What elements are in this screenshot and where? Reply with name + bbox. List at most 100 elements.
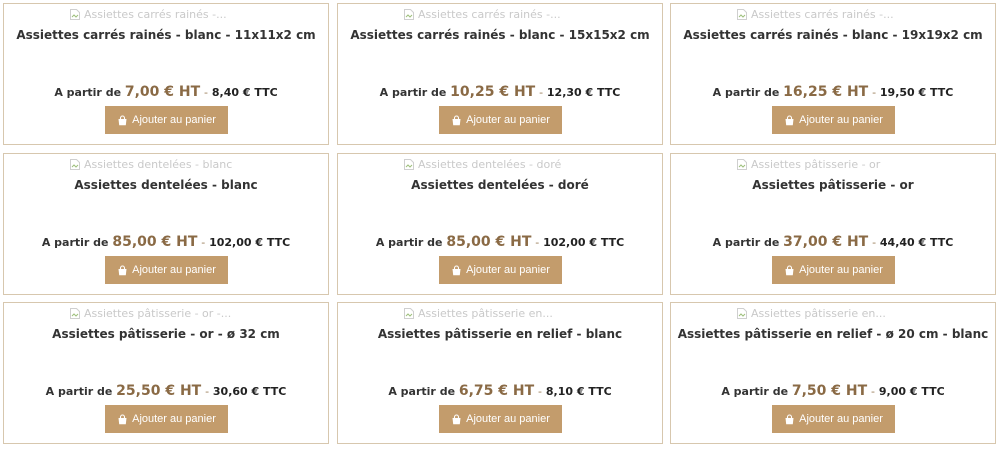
product-card: Assiettes pâtisserie - or -... Assiettes… [3, 302, 329, 444]
price-ttc: 9,00 € TTC [878, 385, 945, 398]
price-ht: 7,00 € HT [124, 84, 201, 100]
broken-image-icon [737, 307, 747, 319]
product-image-placeholder[interactable]: Assiettes pâtisserie - or [737, 157, 880, 171]
product-image-placeholder[interactable]: Assiettes pâtisserie en... [404, 306, 553, 320]
price-separator: - [872, 86, 877, 99]
product-image-alt: Assiettes pâtisserie en... [418, 306, 553, 320]
product-image-placeholder[interactable]: Assiettes carrés rainés -... [404, 7, 561, 21]
add-to-cart-label: Ajouter au panier [799, 264, 883, 276]
product-image-placeholder[interactable]: Assiettes dentelées - blanc [70, 157, 232, 171]
product-card: Assiettes pâtisserie - or Assiettes pâti… [670, 153, 996, 295]
add-to-cart-button[interactable]: Ajouter au panier [105, 106, 228, 134]
add-to-cart-label: Ajouter au panier [466, 264, 550, 276]
product-price: A partir de 6,75 € HT - 8,10 € TTC [338, 383, 662, 399]
broken-image-icon [737, 8, 747, 20]
price-prefix: A partir de [721, 385, 789, 398]
product-title[interactable]: Assiettes dentelées - doré [338, 178, 662, 192]
add-to-cart-button[interactable]: Ajouter au panier [105, 256, 228, 284]
product-image-alt: Assiettes dentelées - blanc [84, 157, 233, 171]
product-card: Assiettes carrés rainés -... Assiettes c… [3, 3, 329, 145]
shopping-bag-icon [785, 114, 794, 125]
price-ttc: 19,50 € TTC [879, 86, 954, 99]
price-separator: - [871, 385, 876, 398]
broken-image-icon [404, 158, 414, 170]
product-card: Assiettes pâtisserie en... Assiettes pât… [337, 302, 663, 444]
broken-image-icon [70, 307, 80, 319]
shopping-bag-icon [118, 413, 127, 424]
price-ht: 37,00 € HT [783, 234, 869, 250]
shopping-bag-icon [785, 413, 794, 424]
price-ht: 85,00 € HT [446, 234, 532, 250]
price-separator: - [539, 86, 544, 99]
add-to-cart-button[interactable]: Ajouter au panier [439, 405, 562, 433]
price-ttc: 12,30 € TTC [546, 86, 621, 99]
product-title[interactable]: Assiettes pâtisserie en relief - ø 20 cm… [671, 327, 995, 341]
price-prefix: A partir de [388, 385, 456, 398]
product-image-placeholder[interactable]: Assiettes dentelées - doré [404, 157, 561, 171]
add-to-cart-label: Ajouter au panier [799, 413, 883, 425]
add-to-cart-button[interactable]: Ajouter au panier [772, 106, 895, 134]
add-to-cart-button[interactable]: Ajouter au panier [772, 405, 895, 433]
product-title[interactable]: Assiettes pâtisserie - or - ø 32 cm [4, 327, 328, 341]
product-price: A partir de 85,00 € HT - 102,00 € TTC [338, 234, 662, 250]
price-prefix: A partir de [712, 236, 780, 249]
price-separator: - [205, 385, 210, 398]
price-ttc: 8,10 € TTC [545, 385, 612, 398]
product-image-alt: Assiettes pâtisserie - or -... [84, 306, 232, 320]
price-separator: - [538, 385, 543, 398]
product-title[interactable]: Assiettes dentelées - blanc [4, 178, 328, 192]
product-title[interactable]: Assiettes carrés rainés - blanc - 11x11x… [4, 28, 328, 42]
add-to-cart-button[interactable]: Ajouter au panier [105, 405, 228, 433]
product-image-placeholder[interactable]: Assiettes carrés rainés -... [737, 7, 894, 21]
product-price: A partir de 37,00 € HT - 44,40 € TTC [671, 234, 995, 250]
price-ht: 7,50 € HT [791, 383, 868, 399]
price-ht: 85,00 € HT [112, 234, 198, 250]
product-title[interactable]: Assiettes carrés rainés - blanc - 19x19x… [671, 28, 995, 42]
price-prefix: A partir de [379, 86, 447, 99]
add-to-cart-button[interactable]: Ajouter au panier [439, 256, 562, 284]
product-card: Assiettes pâtisserie en... Assiettes pât… [670, 302, 996, 444]
add-to-cart-button[interactable]: Ajouter au panier [772, 256, 895, 284]
product-image-placeholder[interactable]: Assiettes pâtisserie - or -... [70, 306, 231, 320]
broken-image-icon [70, 8, 80, 20]
price-ttc: 44,40 € TTC [879, 236, 954, 249]
add-to-cart-label: Ajouter au panier [132, 413, 216, 425]
price-ttc: 102,00 € TTC [543, 236, 625, 249]
shopping-bag-icon [118, 264, 127, 275]
product-card: Assiettes carrés rainés -... Assiettes c… [337, 3, 663, 145]
price-ht: 16,25 € HT [783, 84, 869, 100]
price-prefix: A partir de [712, 86, 780, 99]
shopping-bag-icon [452, 413, 461, 424]
add-to-cart-label: Ajouter au panier [466, 413, 550, 425]
shopping-bag-icon [785, 264, 794, 275]
add-to-cart-button[interactable]: Ajouter au panier [439, 106, 562, 134]
product-image-alt: Assiettes carrés rainés -... [418, 7, 561, 21]
product-image-placeholder[interactable]: Assiettes carrés rainés -... [70, 7, 227, 21]
price-ht: 6,75 € HT [458, 383, 535, 399]
product-image-alt: Assiettes pâtisserie en... [751, 306, 886, 320]
price-prefix: A partir de [45, 385, 113, 398]
product-price: A partir de 85,00 € HT - 102,00 € TTC [4, 234, 328, 250]
product-price: A partir de 10,25 € HT - 12,30 € TTC [338, 84, 662, 100]
product-image-alt: Assiettes carrés rainés -... [84, 7, 227, 21]
shopping-bag-icon [452, 264, 461, 275]
product-grid: Assiettes carrés rainés -... Assiettes c… [0, 0, 1000, 450]
broken-image-icon [70, 158, 80, 170]
product-title[interactable]: Assiettes pâtisserie - or [671, 178, 995, 192]
price-ttc: 102,00 € TTC [209, 236, 291, 249]
broken-image-icon [404, 8, 414, 20]
product-image-alt: Assiettes pâtisserie - or [751, 157, 881, 171]
price-prefix: A partir de [54, 86, 122, 99]
price-ht: 10,25 € HT [450, 84, 536, 100]
product-title[interactable]: Assiettes pâtisserie en relief - blanc [338, 327, 662, 341]
product-image-placeholder[interactable]: Assiettes pâtisserie en... [737, 306, 886, 320]
price-prefix: A partir de [41, 236, 109, 249]
product-title[interactable]: Assiettes carrés rainés - blanc - 15x15x… [338, 28, 662, 42]
price-ht: 25,50 € HT [116, 383, 202, 399]
product-price: A partir de 7,00 € HT - 8,40 € TTC [4, 84, 328, 100]
product-card: Assiettes carrés rainés -... Assiettes c… [670, 3, 996, 145]
product-image-alt: Assiettes dentelées - doré [418, 157, 562, 171]
product-card: Assiettes dentelées - doré Assiettes den… [337, 153, 663, 295]
price-ttc: 8,40 € TTC [211, 86, 278, 99]
add-to-cart-label: Ajouter au panier [466, 114, 550, 126]
